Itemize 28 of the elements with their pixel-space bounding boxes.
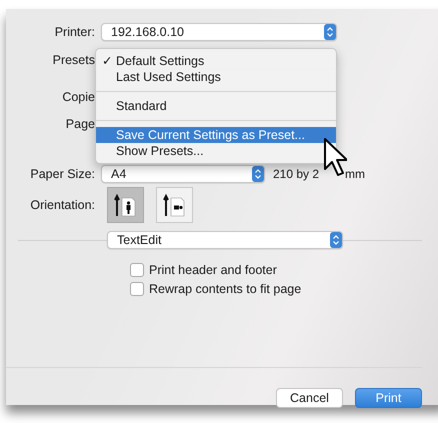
checkbox-label: Rewrap contents to fit page: [149, 282, 302, 296]
menu-item[interactable]: Save Current Settings as Preset...: [96, 127, 336, 143]
copies-label: Copie: [61, 90, 96, 104]
paper-dimensions: 210 by 2: [273, 167, 320, 181]
printer-label: Printer:: [54, 25, 96, 39]
menu-item[interactable]: ✓ Default Settings: [96, 53, 336, 69]
menu-item[interactable]: Last Used Settings: [96, 69, 336, 85]
stepper-icon: [252, 166, 264, 182]
orientation-label: Orientation:: [29, 198, 96, 212]
paper-dimensions-unit: mm: [345, 167, 366, 181]
pages-label: Page: [64, 117, 96, 131]
cancel-button[interactable]: Cancel: [276, 388, 343, 408]
landscape-button[interactable]: [156, 187, 193, 223]
landscape-icon: [162, 192, 188, 218]
app-section-popup[interactable]: TextEdit: [107, 231, 343, 249]
menu-item[interactable]: Standard: [96, 98, 336, 114]
checkbox[interactable]: [130, 262, 144, 276]
paper-size-popup[interactable]: A4: [101, 165, 265, 183]
checkbox-label: Print header and footer: [149, 262, 277, 276]
paper-size-label: Paper Size:: [29, 167, 96, 181]
portrait-icon: [112, 192, 138, 218]
printer-popup[interactable]: 192.168.0.10: [101, 23, 337, 41]
stepper-icon: [324, 24, 336, 40]
stepper-icon: [330, 232, 342, 248]
presets-label: Presets: [52, 53, 96, 67]
checkbox[interactable]: [130, 282, 144, 296]
portrait-button[interactable]: [107, 187, 144, 223]
mouse-pointer-icon: [323, 137, 347, 177]
